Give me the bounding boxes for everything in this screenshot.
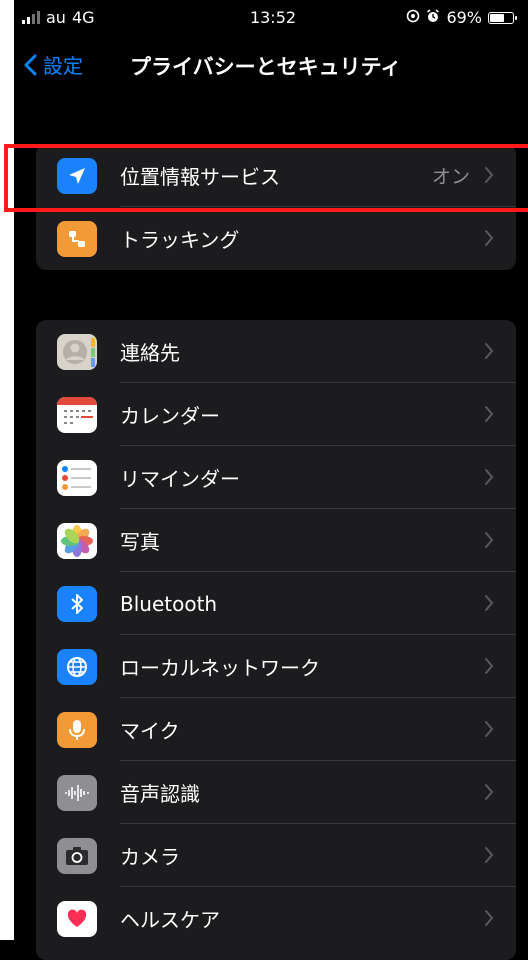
navigation-bar: 設定 プライバシーとセキュリティ — [18, 44, 528, 88]
tracking-icon — [57, 221, 97, 257]
row-microphone[interactable]: マイク — [36, 698, 516, 761]
row-location-services[interactable]: 位置情報サービス オン — [36, 144, 516, 207]
row-label: ヘルスケア — [120, 908, 220, 932]
back-button[interactable]: 設定 — [24, 50, 83, 79]
microphone-icon — [57, 712, 97, 748]
permissions-group: 連絡先 カレンダー リマインダー 写真 Bluetooth ローカルネットワーク… — [36, 320, 516, 960]
row-contacts[interactable]: 連絡先 — [36, 320, 516, 383]
status-bar: au 4G 13:52 69% — [18, 0, 528, 34]
row-speech-recognition[interactable]: 音声認識 — [36, 761, 516, 824]
row-label: ローカルネットワーク — [120, 656, 320, 680]
row-label: リマインダー — [120, 467, 240, 491]
chevron-right-icon — [485, 230, 494, 246]
row-label: 写真 — [120, 530, 160, 554]
row-local-network[interactable]: ローカルネットワーク — [36, 635, 516, 698]
contacts-icon — [57, 334, 97, 370]
chevron-right-icon — [485, 167, 494, 183]
location-arrow-icon — [57, 158, 97, 194]
chevron-right-icon — [485, 532, 494, 548]
row-label: Bluetooth — [120, 591, 218, 616]
chevron-right-icon — [485, 847, 494, 863]
waveform-icon — [57, 775, 97, 811]
row-value: オン — [431, 166, 470, 188]
camera-icon — [57, 838, 97, 874]
row-tracking[interactable]: トラッキング — [36, 207, 516, 270]
row-camera[interactable]: カメラ — [36, 824, 516, 887]
row-bluetooth[interactable]: Bluetooth — [36, 572, 516, 635]
heart-icon — [57, 901, 97, 937]
row-photos[interactable]: 写真 — [36, 509, 516, 572]
row-label: カレンダー — [120, 404, 220, 428]
row-label: トラッキング — [120, 228, 240, 252]
battery-fill — [490, 13, 505, 22]
row-reminders[interactable]: リマインダー — [36, 446, 516, 509]
row-label: 位置情報サービス — [120, 165, 280, 189]
bluetooth-icon — [57, 586, 97, 622]
row-label: カメラ — [120, 845, 180, 869]
status-right: 69% — [406, 8, 517, 27]
chevron-left-icon — [24, 54, 37, 75]
row-health[interactable]: ヘルスケア — [36, 887, 516, 950]
globe-icon — [57, 649, 97, 685]
chevron-right-icon — [485, 910, 494, 926]
row-label: 連絡先 — [120, 341, 180, 365]
row-label: 音声認識 — [120, 782, 200, 806]
reminders-icon — [57, 460, 97, 496]
back-label: 設定 — [43, 54, 83, 78]
battery-percent: 69% — [446, 8, 482, 27]
chevron-right-icon — [485, 343, 494, 359]
chevron-right-icon — [485, 721, 494, 737]
chevron-right-icon — [485, 406, 494, 422]
location-tracking-group: 位置情報サービス オン トラッキング — [36, 144, 516, 270]
alarm-icon — [426, 8, 440, 27]
page-title: プライバシーとセキュリティ — [130, 55, 402, 79]
orientation-lock-icon — [406, 8, 420, 27]
left-frame-edge — [0, 0, 14, 940]
battery-icon — [488, 11, 517, 24]
row-label: マイク — [120, 719, 180, 743]
chevron-right-icon — [485, 595, 494, 611]
photos-icon — [57, 523, 97, 559]
row-calendar[interactable]: カレンダー — [36, 383, 516, 446]
calendar-icon — [57, 397, 97, 433]
chevron-right-icon — [485, 469, 494, 485]
chevron-right-icon — [485, 658, 494, 674]
chevron-right-icon — [485, 784, 494, 800]
